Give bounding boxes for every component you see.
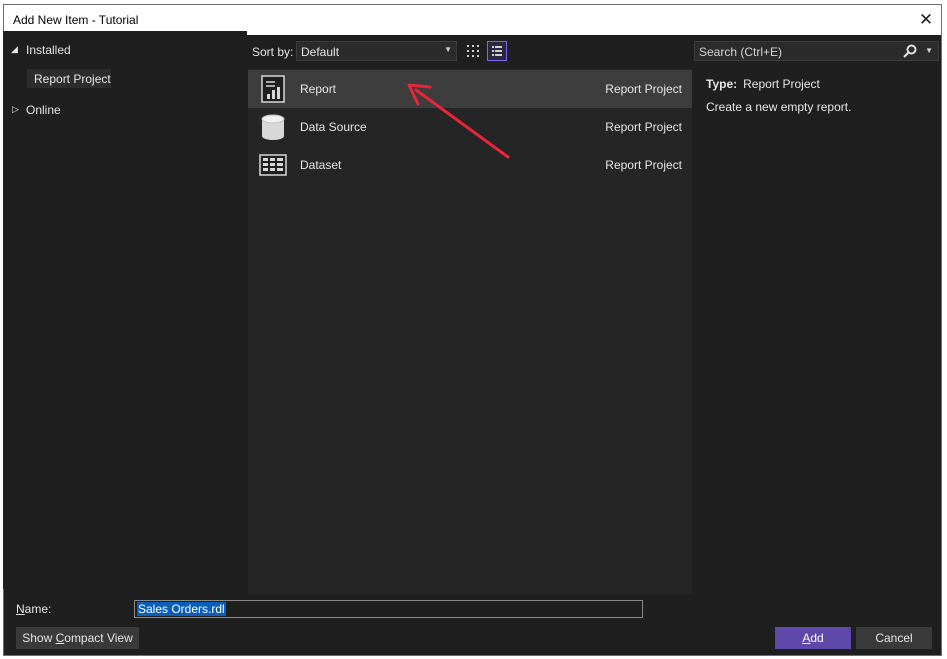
list-item-dataset[interactable]: Dataset Report Project [248, 146, 692, 184]
medium-icons-view-button[interactable] [463, 41, 483, 61]
expanded-arrow-icon[interactable]: ◢ [11, 44, 18, 55]
item-category: Report Project [605, 158, 682, 172]
item-category: Report Project [605, 82, 682, 96]
item-description: Create a new empty report. [706, 100, 852, 114]
dialog-title: Add New Item - Tutorial [13, 13, 139, 27]
chevron-down-icon: ▼ [444, 45, 452, 54]
type-value: Report Project [743, 77, 820, 91]
sort-by-select[interactable]: Default ▼ [296, 41, 457, 61]
close-icon[interactable]: ✕ [915, 9, 937, 31]
item-name: Dataset [300, 158, 342, 172]
sort-by-label: Sort by: [252, 45, 294, 59]
tree-item-installed[interactable]: Installed [26, 43, 71, 57]
list-view-icon [492, 46, 502, 56]
grid-view-icon [467, 45, 479, 57]
add-button[interactable]: Add [775, 627, 851, 649]
name-value: Sales Orders.rdl [137, 602, 226, 616]
name-label: Name: [16, 602, 52, 616]
item-category: Report Project [605, 120, 682, 134]
list-item-data-source[interactable]: Data Source Report Project [248, 108, 692, 146]
name-field[interactable]: Sales Orders.rdl [134, 600, 643, 618]
item-name: Data Source [300, 120, 367, 134]
list-item-report[interactable]: Report Report Project [248, 70, 692, 108]
cancel-button[interactable]: Cancel [856, 627, 932, 649]
sort-by-value: Default [301, 45, 340, 59]
type-row: Type: Report Project [706, 77, 820, 91]
dataset-icon [259, 154, 287, 176]
tree-item-online[interactable]: Online [26, 103, 61, 117]
template-list: Report Report Project Data Source Report… [248, 69, 692, 594]
search-input[interactable]: Search (Ctrl+E) ▼ [694, 41, 939, 61]
template-tree: ◢ Installed Report Project ▷ Online [3, 31, 247, 589]
collapsed-arrow-icon[interactable]: ▷ [12, 104, 19, 115]
chevron-down-icon[interactable]: ▼ [925, 46, 933, 55]
report-icon [261, 75, 285, 103]
search-icon[interactable] [902, 43, 918, 59]
tree-item-report-project[interactable]: Report Project [34, 72, 111, 86]
type-label: Type: [706, 77, 738, 91]
search-placeholder: Search (Ctrl+E) [699, 45, 783, 59]
show-compact-view-button[interactable]: Show Compact View [16, 627, 139, 649]
list-view-button[interactable] [487, 41, 507, 61]
data-source-icon [261, 114, 285, 140]
item-name: Report [300, 82, 337, 96]
